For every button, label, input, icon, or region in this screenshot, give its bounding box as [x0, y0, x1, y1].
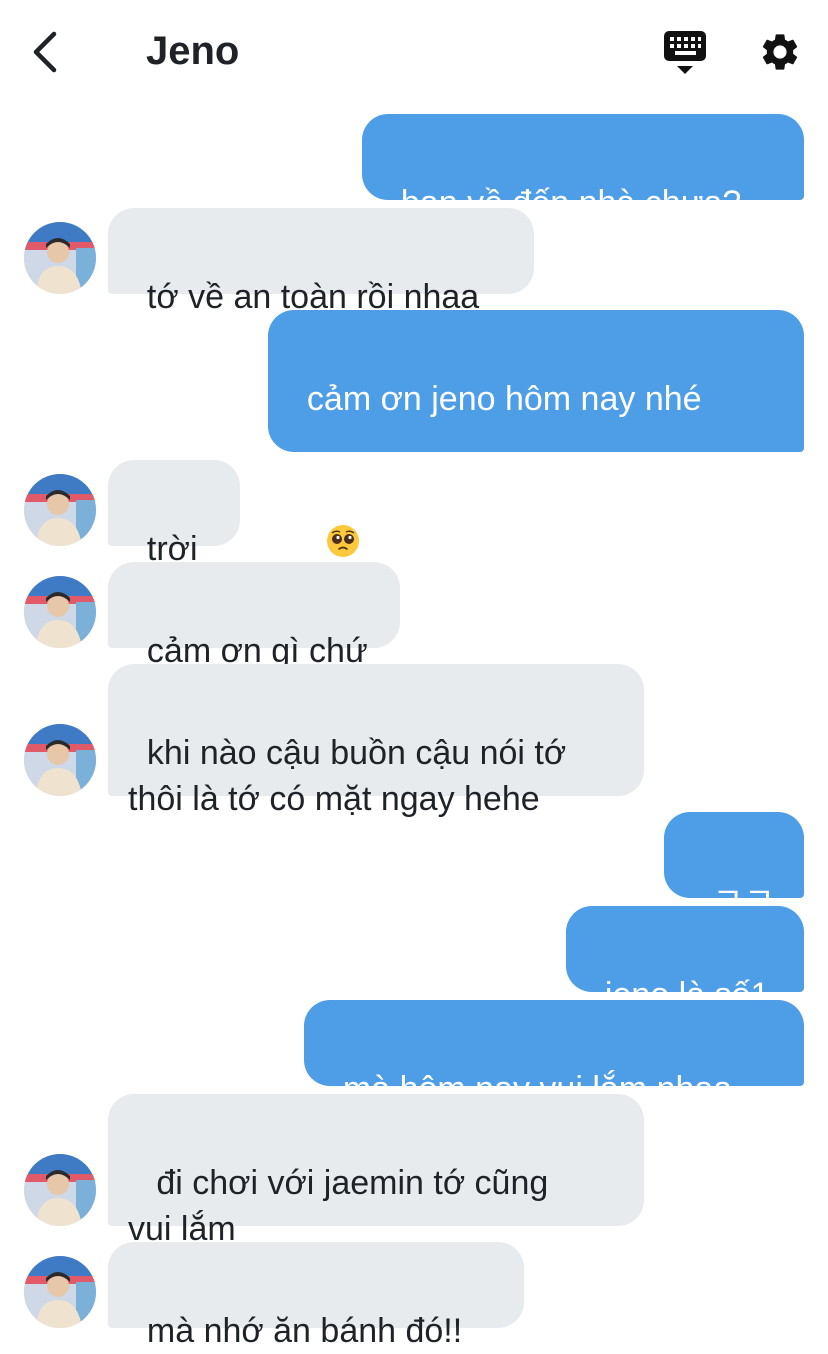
pleading-face-icon	[326, 525, 359, 557]
message-text: mà nhớ ăn bánh đó!!	[146, 1312, 463, 1350]
chat-title: Jeno	[146, 29, 240, 73]
back-button[interactable]	[28, 30, 68, 74]
avatar-photo	[24, 1256, 96, 1328]
settings-button[interactable]	[758, 30, 802, 74]
keyboard-icon	[664, 31, 706, 74]
avatar-photo	[24, 724, 96, 796]
message-bubble-incoming[interactable]: trời ạ	[108, 460, 240, 614]
message-text: đi chơi với jaemin tớ cũng vui lắm	[128, 1164, 549, 1248]
message-bubble-incoming[interactable]: khi nào cậu buồn cậu nói tớ thôi là tớ c…	[108, 664, 644, 818]
contact-avatar[interactable]	[24, 724, 96, 796]
contact-avatar[interactable]	[24, 576, 96, 648]
keyboard-button[interactable]	[662, 28, 708, 76]
message-bubble-outgoing[interactable]: ㅋㅋㅋ	[664, 812, 804, 966]
gear-icon	[762, 34, 798, 70]
contact-avatar[interactable]	[24, 222, 96, 294]
avatar-photo	[24, 1154, 96, 1226]
avatar-photo	[24, 222, 96, 294]
message-bubble-outgoing[interactable]: mà hôm nay vui lắm nhaa	[304, 1000, 804, 1108]
message-bubble-outgoing[interactable]: bạn về đến nhà chưa?	[362, 114, 804, 222]
avatar-photo	[24, 474, 96, 546]
chevron-left-icon	[33, 31, 57, 73]
avatar-photo	[24, 576, 96, 648]
message-text: cảm ơn jeno hôm nay nhé	[306, 380, 702, 418]
contact-avatar[interactable]	[24, 1256, 96, 1328]
message-bubble-outgoing[interactable]: cảm ơn jeno hôm nay nhé	[268, 310, 804, 557]
message-bubble-incoming[interactable]: tớ về an toàn rồi nhaa	[108, 208, 534, 316]
message-bubble-incoming[interactable]: đi chơi với jaemin tớ cũng vui lắm	[108, 1094, 644, 1248]
message-bubble-outgoing[interactable]: jeno là số1	[566, 906, 804, 1014]
chat-header: Jeno	[0, 0, 828, 100]
message-bubble-incoming[interactable]: mà nhớ ăn bánh đó!!	[108, 1242, 524, 1350]
contact-avatar[interactable]	[24, 1154, 96, 1226]
contact-avatar[interactable]	[24, 474, 96, 546]
message-bubble-incoming[interactable]: cảm ơn gì chứ	[108, 562, 400, 670]
message-text: khi nào cậu buồn cậu nói tớ thôi là tớ c…	[128, 734, 567, 818]
